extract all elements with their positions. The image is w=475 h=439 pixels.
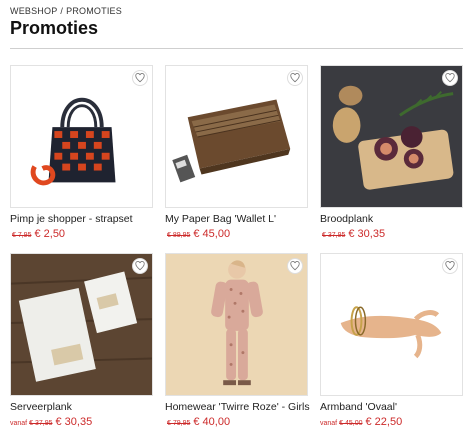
- sale-price: € 45,00: [193, 228, 231, 240]
- price-from-label: vanaf: [320, 420, 338, 427]
- product-card[interactable]: Serveerplank vanaf € 37,95 € 30,35: [10, 253, 153, 428]
- product-name[interactable]: Pimp je shopper - strapset: [10, 213, 153, 225]
- favorite-button[interactable]: [132, 258, 148, 274]
- heart-icon: [445, 73, 455, 83]
- bracelet-image: [321, 254, 462, 395]
- heart-icon: [135, 73, 145, 83]
- old-price: € 37,95: [322, 232, 346, 239]
- shopper-bag-image: [11, 66, 152, 207]
- sale-price: € 30,35: [55, 416, 93, 428]
- heart-icon: [135, 261, 145, 271]
- heart-icon: [445, 261, 455, 271]
- product-image[interactable]: [320, 253, 463, 396]
- sale-price: € 2,50: [34, 228, 66, 240]
- favorite-button[interactable]: [132, 70, 148, 86]
- heart-icon: [290, 73, 300, 83]
- sale-price: € 22,50: [365, 416, 403, 428]
- heart-icon: [290, 261, 300, 271]
- product-price: € 89,95 € 45,00: [165, 228, 308, 240]
- product-name[interactable]: Broodplank: [320, 213, 463, 225]
- product-image[interactable]: [165, 65, 308, 208]
- product-image[interactable]: [10, 253, 153, 396]
- old-price: € 7,95: [12, 232, 32, 239]
- product-name[interactable]: My Paper Bag 'Wallet L': [165, 213, 308, 225]
- homewear-image: [166, 254, 307, 395]
- wallet-image: [166, 66, 307, 207]
- product-price: € 7,95 € 2,50: [10, 228, 153, 240]
- product-grid: Pimp je shopper - strapset € 7,95 € 2,50 …: [0, 0, 475, 439]
- product-price: vanaf € 37,95 € 30,35: [10, 416, 153, 428]
- product-card[interactable]: Pimp je shopper - strapset € 7,95 € 2,50: [10, 65, 153, 240]
- old-price: € 45,00: [339, 420, 363, 427]
- product-card[interactable]: My Paper Bag 'Wallet L' € 89,95 € 45,00: [165, 65, 308, 240]
- product-name[interactable]: Serveerplank: [10, 401, 153, 413]
- product-card[interactable]: Broodplank € 37,95 € 30,35: [320, 65, 463, 240]
- favorite-button[interactable]: [442, 258, 458, 274]
- old-price: € 89,95: [167, 232, 191, 239]
- product-image[interactable]: [165, 253, 308, 396]
- old-price: € 37,95: [29, 420, 53, 427]
- favorite-button[interactable]: [442, 70, 458, 86]
- price-from-label: vanaf: [10, 420, 28, 427]
- favorite-button[interactable]: [287, 258, 303, 274]
- bread-board-image: [321, 66, 462, 207]
- product-price: vanaf € 45,00 € 22,50: [320, 416, 463, 428]
- old-price: € 79,95: [167, 420, 191, 427]
- product-card[interactable]: Armband 'Ovaal' vanaf € 45,00 € 22,50: [320, 253, 463, 428]
- favorite-button[interactable]: [287, 70, 303, 86]
- product-image[interactable]: [10, 65, 153, 208]
- product-price: € 79,95 € 40,00: [165, 416, 308, 428]
- sale-price: € 30,35: [348, 228, 386, 240]
- product-image[interactable]: [320, 65, 463, 208]
- product-name[interactable]: Armband 'Ovaal': [320, 401, 463, 413]
- product-price: € 37,95 € 30,35: [320, 228, 463, 240]
- sale-price: € 40,00: [193, 416, 231, 428]
- serving-board-image: [11, 254, 152, 395]
- product-name[interactable]: Homewear 'Twirre Roze' - Girls: [165, 401, 310, 413]
- product-card[interactable]: Homewear 'Twirre Roze' - Girls € 79,95 € …: [165, 253, 310, 428]
